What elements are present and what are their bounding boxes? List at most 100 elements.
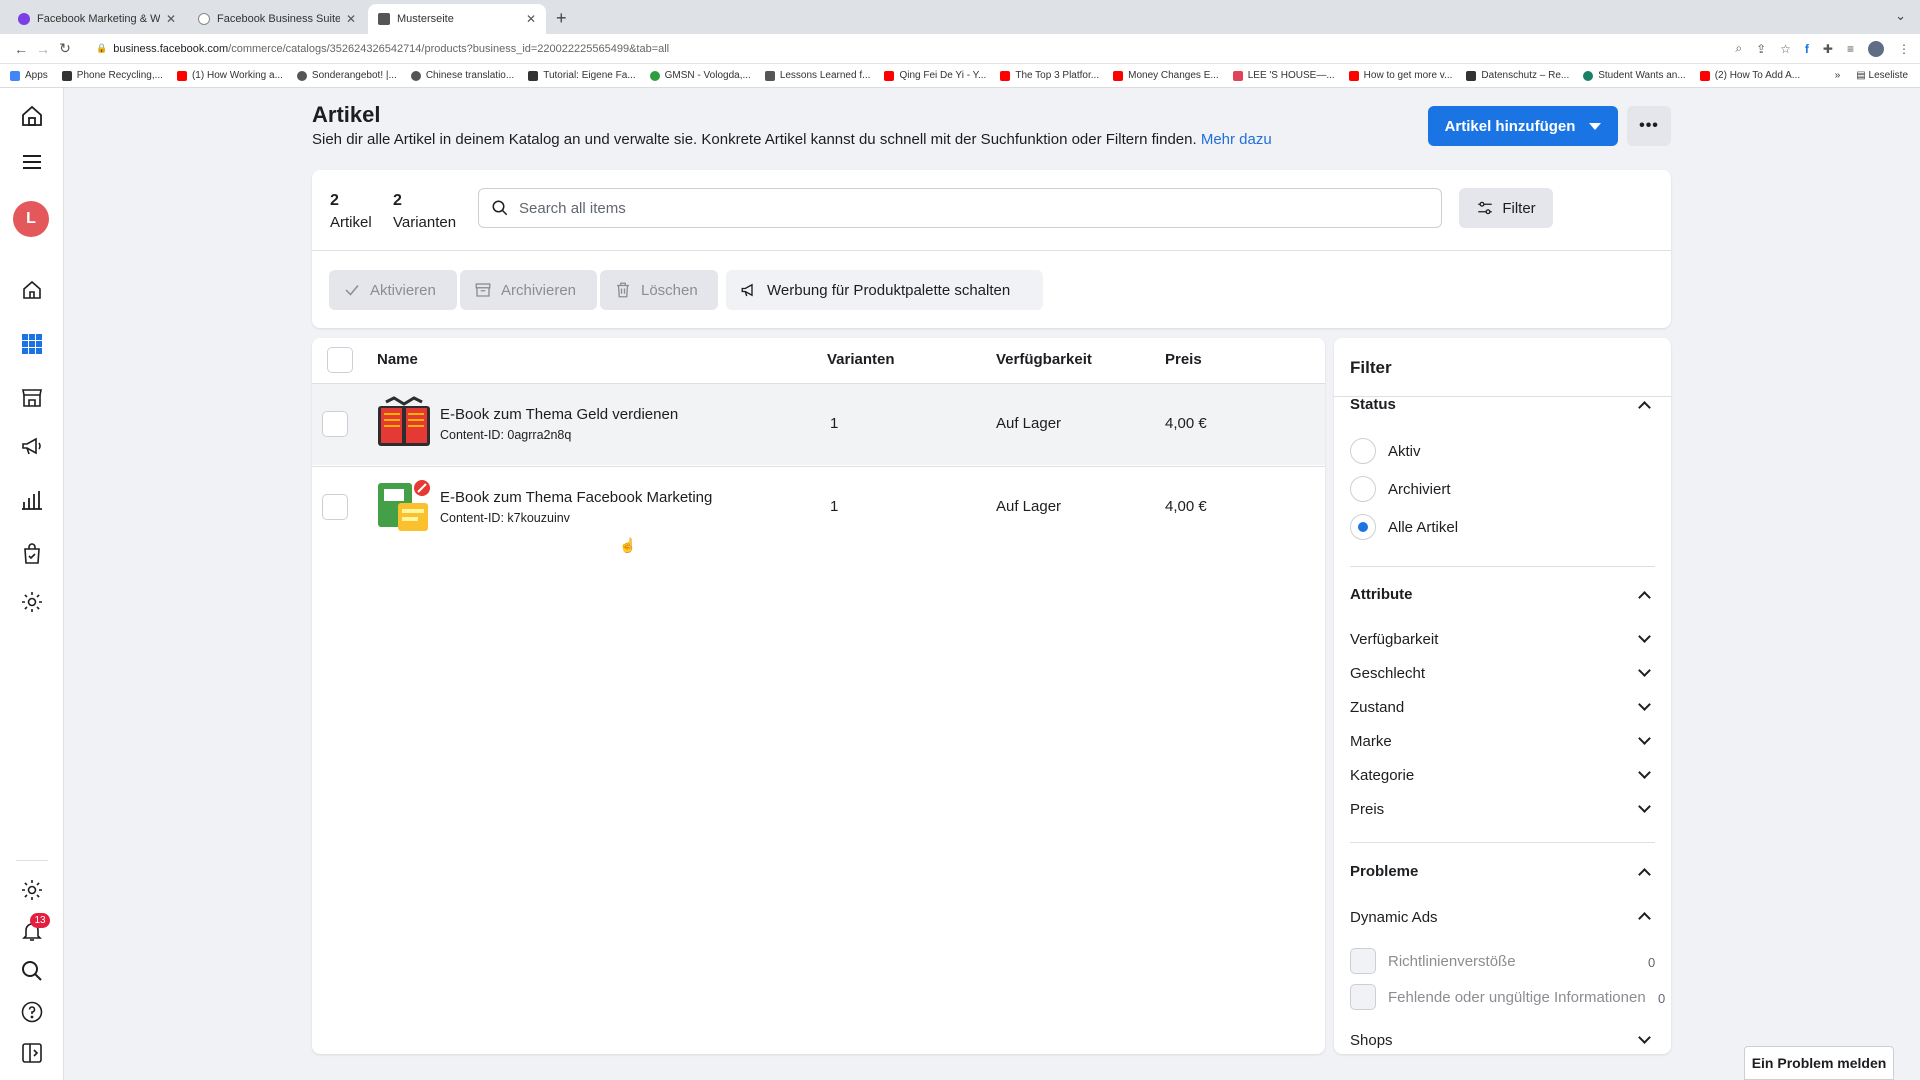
item-name[interactable]: E-Book zum Thema Geld verdienen: [440, 406, 678, 423]
extensions-icon[interactable]: ✚: [1823, 42, 1833, 56]
bookmark-item[interactable]: Lessons Learned f...: [764, 70, 870, 81]
status-radio-active[interactable]: [1350, 438, 1376, 464]
bookmark-item[interactable]: The Top 3 Platfor...: [1000, 70, 1099, 81]
missing-info-checkbox[interactable]: [1350, 984, 1376, 1010]
bookmark-item[interactable]: (1) How Working a...: [176, 70, 283, 81]
bookmark-item[interactable]: How to get more v...: [1348, 70, 1452, 81]
gear-icon[interactable]: [18, 588, 46, 616]
bookmark-item[interactable]: Tutorial: Eigene Fa...: [528, 70, 636, 81]
chevron-up-icon[interactable]: [1638, 401, 1651, 414]
attribute-availability[interactable]: Verfügbarkeit: [1350, 631, 1438, 648]
bookmark-item[interactable]: Student Wants an...: [1583, 70, 1686, 81]
chevron-down-icon[interactable]: [1638, 630, 1651, 643]
status-radio-all-items[interactable]: [1350, 514, 1376, 540]
select-all-checkbox[interactable]: [327, 347, 353, 373]
chevron-up-icon[interactable]: [1638, 591, 1651, 604]
browser-menu-icon[interactable]: ⋮: [1898, 42, 1910, 56]
table-row[interactable]: E-Book zum Thema Facebook Marketing Cont…: [312, 466, 1325, 548]
problems-section-title[interactable]: Probleme: [1350, 863, 1418, 880]
add-item-button[interactable]: Artikel hinzufügen: [1428, 106, 1618, 146]
bookmark-item[interactable]: LEE 'S HOUSE—...: [1232, 70, 1335, 81]
reading-list-icon[interactable]: ≡: [1847, 42, 1854, 56]
close-icon[interactable]: ✕: [166, 12, 176, 26]
megaphone-icon[interactable]: [18, 432, 46, 460]
chevron-down-icon[interactable]: [1638, 698, 1651, 711]
close-icon[interactable]: ✕: [526, 12, 536, 26]
bookmark-item[interactable]: GMSN - Vologda,...: [649, 70, 751, 81]
chevron-up-icon[interactable]: [1638, 868, 1651, 881]
status-radio-archived[interactable]: [1350, 476, 1376, 502]
meta-home-icon[interactable]: [18, 102, 46, 130]
dynamic-ads-group[interactable]: Dynamic Ads: [1350, 909, 1438, 926]
chevron-down-icon[interactable]: [1638, 766, 1651, 779]
browser-tab-2[interactable]: Musterseite ✕: [368, 4, 546, 34]
new-tab-icon[interactable]: +: [556, 4, 567, 34]
attribute-condition[interactable]: Zustand: [1350, 699, 1404, 716]
attribute-price[interactable]: Preis: [1350, 801, 1384, 818]
facebook-extension-icon[interactable]: f: [1805, 42, 1809, 56]
report-problem-button[interactable]: Ein Problem melden: [1744, 1046, 1894, 1080]
menu-icon[interactable]: [18, 148, 46, 176]
chevron-down-icon[interactable]: [1638, 1031, 1651, 1044]
advertise-product-set-button[interactable]: Werbung für Produktpalette schalten: [726, 270, 1043, 310]
item-name[interactable]: E-Book zum Thema Facebook Marketing: [440, 489, 712, 506]
bookmark-item[interactable]: Phone Recycling,...: [61, 70, 163, 81]
more-options-button[interactable]: •••: [1627, 106, 1671, 146]
bookmark-item[interactable]: Money Changes E...: [1113, 70, 1219, 81]
table-row[interactable]: E-Book zum Thema Geld verdienen Content-…: [312, 383, 1325, 465]
row-checkbox[interactable]: [322, 411, 348, 437]
status-section-title[interactable]: Status: [1350, 396, 1396, 413]
commerce-bag-icon[interactable]: [18, 540, 46, 568]
attribute-gender[interactable]: Geschlecht: [1350, 665, 1425, 682]
search-icon[interactable]: [18, 957, 46, 985]
catalog-grid-icon[interactable]: [18, 330, 46, 358]
bookmark-item[interactable]: Qing Fei De Yi - Y...: [884, 70, 986, 81]
profile-avatar-icon[interactable]: [1868, 40, 1884, 57]
collapse-panel-icon[interactable]: [18, 1039, 46, 1067]
row-checkbox[interactable]: [322, 494, 348, 520]
column-availability[interactable]: Verfügbarkeit: [996, 351, 1092, 368]
insights-bar-chart-icon[interactable]: [18, 486, 46, 514]
bookmark-star-icon[interactable]: ☆: [1780, 42, 1791, 56]
shops-group[interactable]: Shops: [1350, 1032, 1393, 1049]
archive-button[interactable]: Archivieren: [460, 270, 597, 310]
attributes-section-title[interactable]: Attribute: [1350, 586, 1413, 603]
delete-button[interactable]: Löschen: [600, 270, 718, 310]
bookmark-item[interactable]: (2) How To Add A...: [1699, 70, 1800, 81]
url-field[interactable]: 🔒 business.facebook.com/commerce/catalog…: [96, 43, 1735, 55]
settings-gear-icon[interactable]: [18, 876, 46, 904]
home-icon[interactable]: [18, 276, 46, 304]
column-name[interactable]: Name: [377, 351, 418, 368]
close-icon[interactable]: ✕: [346, 12, 356, 26]
filter-button[interactable]: Filter: [1459, 188, 1553, 228]
reload-icon[interactable]: ↻: [54, 40, 76, 57]
reading-list-link[interactable]: ▤ Leseliste: [1856, 70, 1908, 81]
bookmark-item[interactable]: Datenschutz – Re...: [1466, 70, 1569, 81]
attribute-brand[interactable]: Marke: [1350, 733, 1392, 750]
chevron-down-icon[interactable]: [1638, 664, 1651, 677]
shop-icon[interactable]: [18, 384, 46, 412]
help-icon[interactable]: [18, 998, 46, 1026]
search-input[interactable]: [519, 199, 1441, 217]
zoom-icon[interactable]: ⌕: [1735, 41, 1742, 56]
learn-more-link[interactable]: Mehr dazu: [1201, 131, 1272, 148]
avatar[interactable]: L: [13, 201, 49, 237]
chevron-down-icon[interactable]: [1638, 800, 1651, 813]
column-price[interactable]: Preis: [1165, 351, 1202, 368]
more-bookmarks-icon[interactable]: »: [1835, 70, 1841, 81]
column-variants[interactable]: Varianten: [827, 351, 895, 368]
forward-icon[interactable]: →: [32, 41, 54, 57]
browser-tab-0[interactable]: Facebook Marketing & Werbea ✕: [8, 4, 186, 34]
bookmark-item[interactable]: Apps: [10, 70, 48, 81]
bookmark-item[interactable]: Chinese translatio...: [410, 70, 514, 81]
chevron-up-icon[interactable]: [1638, 912, 1651, 925]
share-icon[interactable]: ⇪: [1756, 42, 1766, 56]
bookmark-item[interactable]: Sonderangebot! |...: [296, 70, 397, 81]
attribute-category[interactable]: Kategorie: [1350, 767, 1414, 784]
policy-violations-checkbox[interactable]: [1350, 948, 1376, 974]
tab-search-icon[interactable]: ⌄: [1895, 8, 1906, 24]
back-icon[interactable]: ←: [10, 41, 32, 57]
browser-tab-1[interactable]: Facebook Business Suite ✕: [188, 4, 366, 34]
activate-button[interactable]: Aktivieren: [329, 270, 457, 310]
chevron-down-icon[interactable]: [1638, 732, 1651, 745]
